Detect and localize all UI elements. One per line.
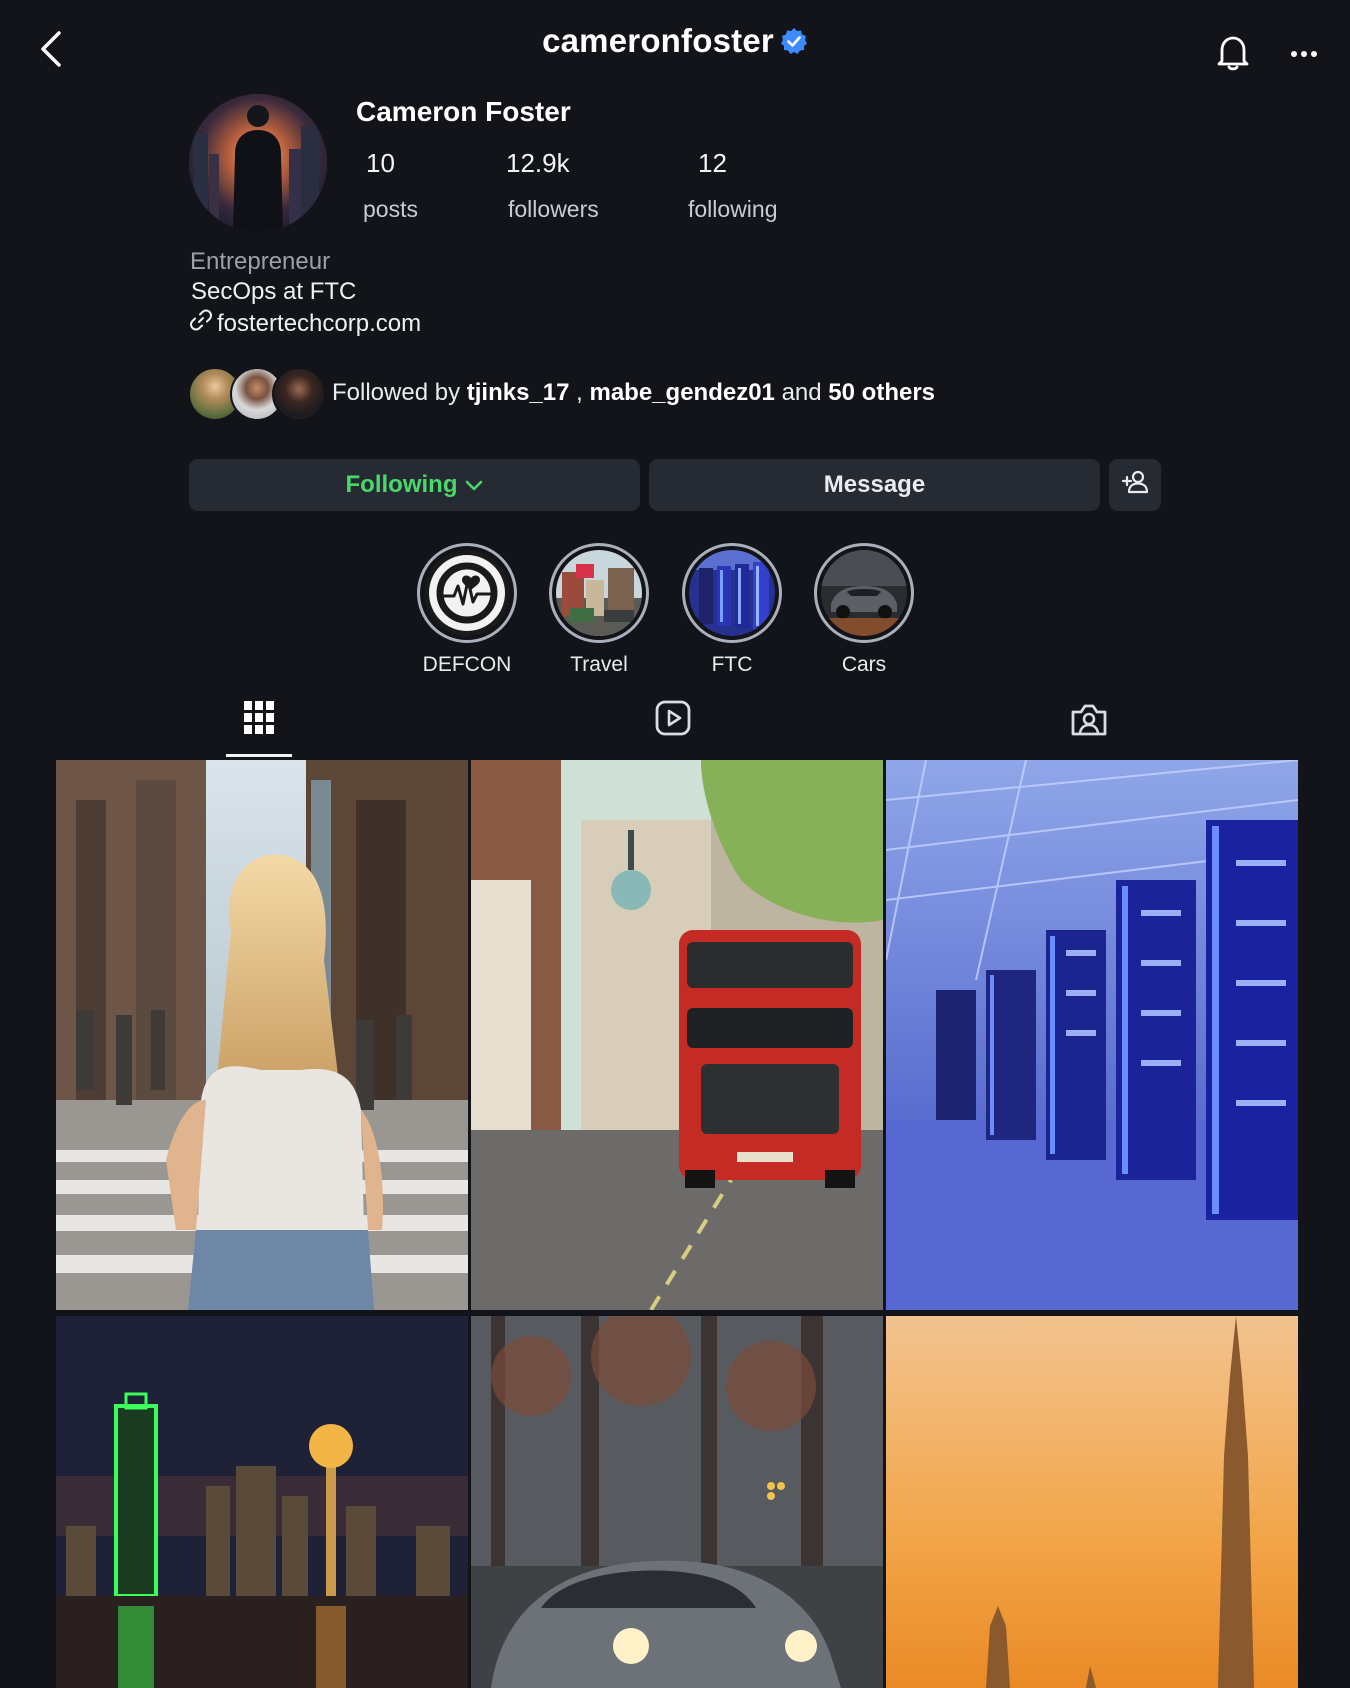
highlight-cover [821, 550, 907, 636]
header-title: cameronfoster [0, 18, 1350, 64]
highlight-label: Cars [841, 653, 887, 676]
bio-category: Entrepreneur [190, 248, 331, 275]
following-button[interactable]: Following [189, 459, 640, 511]
message-button[interactable]: Message [649, 459, 1100, 511]
post-tile-4[interactable] [56, 1316, 468, 1688]
bio-link-text[interactable]: fostertechcorp.com [217, 310, 421, 338]
grid-icon [243, 700, 275, 741]
profile-avatar[interactable] [189, 94, 327, 232]
tab-tagged[interactable] [1054, 690, 1124, 750]
bell-icon [1215, 33, 1251, 76]
highlight-cover [689, 550, 775, 636]
add-friend-button[interactable] [1109, 459, 1161, 511]
following-count[interactable]: 12 [698, 148, 727, 179]
chevron-down-icon [465, 471, 483, 499]
post-tile-6[interactable] [886, 1316, 1298, 1688]
bio-text: SecOps at FTC [191, 278, 357, 305]
avatar [272, 367, 326, 421]
post-tile-3[interactable] [886, 760, 1298, 1310]
followed-by-separator: , [569, 379, 590, 406]
add-person-icon [1121, 469, 1149, 502]
highlight-ring [549, 543, 649, 643]
notifications-button[interactable] [1209, 30, 1257, 78]
mutual-user-2[interactable]: mabe_gendez01 [589, 379, 774, 406]
followed-by-text[interactable]: Followed by tjinks_17 , mabe_gendez01 an… [332, 379, 935, 407]
mutual-user-1[interactable]: tjinks_17 [467, 379, 570, 406]
tab-posts-grid[interactable] [224, 690, 294, 750]
highlight-ring [417, 543, 517, 643]
link-icon [189, 308, 213, 339]
post-tile-5[interactable] [471, 1316, 883, 1688]
post-tile-1[interactable] [56, 760, 468, 1310]
display-name: Cameron Foster [356, 96, 571, 127]
posts-label: posts [363, 196, 418, 222]
bio-link[interactable]: fostertechcorp.com [189, 308, 421, 339]
highlight-label: FTC [711, 653, 753, 676]
highlight-label: Travel [570, 653, 628, 676]
highlight-ftc[interactable]: FTC [680, 543, 784, 677]
following-label[interactable]: following [688, 196, 778, 223]
mutual-followers-avatars[interactable] [188, 367, 326, 421]
more-options-button[interactable] [1280, 30, 1328, 78]
highlight-cover [556, 550, 642, 636]
tagged-icon [1069, 698, 1109, 743]
tab-reels[interactable] [638, 690, 708, 750]
followed-by-and: and [774, 379, 829, 406]
verified-badge-icon [780, 27, 808, 55]
highlight-ring [682, 543, 782, 643]
highlight-travel[interactable]: Travel [547, 543, 651, 677]
post-tile-2[interactable] [471, 760, 883, 1310]
username: cameronfoster [542, 22, 774, 59]
reels-icon [654, 699, 692, 742]
followed-by-prefix: Followed by [332, 379, 467, 406]
active-tab-indicator [226, 754, 292, 757]
highlight-cars[interactable]: Cars [812, 543, 916, 677]
more-horizontal-icon [1290, 45, 1318, 63]
highlight-defcon[interactable]: DEFCON [415, 543, 519, 677]
highlight-ring [814, 543, 914, 643]
followers-label[interactable]: followers [508, 196, 599, 223]
posts-count: 10 [366, 148, 395, 178]
followers-count[interactable]: 12.9k [506, 148, 570, 179]
message-button-label: Message [823, 471, 926, 498]
highlight-cover [424, 550, 510, 636]
following-button-label: Following [345, 471, 458, 498]
highlight-label: DEFCON [422, 653, 512, 676]
mutual-others[interactable]: 50 others [828, 379, 935, 406]
